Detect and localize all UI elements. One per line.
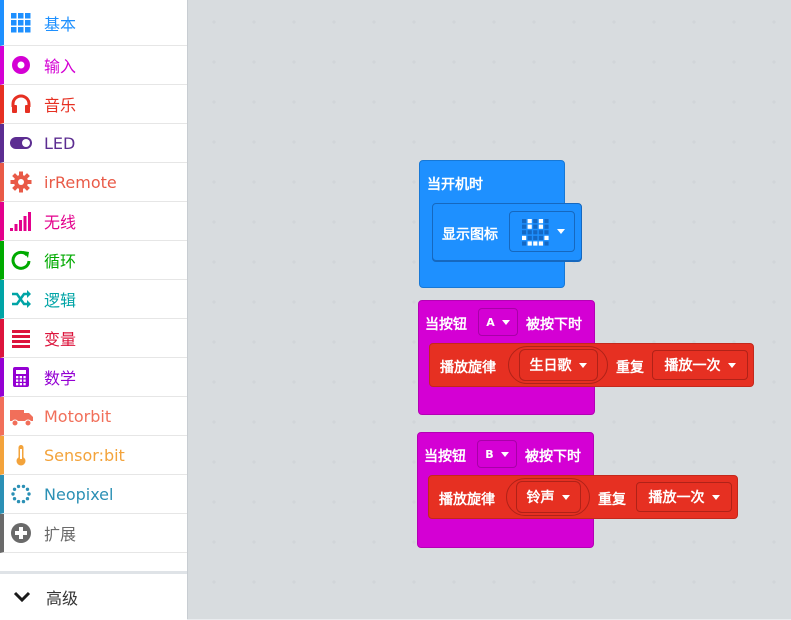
caret-down-icon xyxy=(711,494,720,500)
repeat-a-dropdown[interactable]: 播放一次 xyxy=(652,350,748,380)
category-数学[interactable]: 数学 xyxy=(0,358,187,397)
category-label: 输入 xyxy=(44,57,77,76)
category-label: 逻辑 xyxy=(44,291,77,310)
on-start-label: 当开机时 xyxy=(427,177,483,193)
caret-down-icon xyxy=(501,319,510,325)
category-list: 基本输入音乐 LED irRemote 无线循环逻辑变量数学 Motorbit Senso… xyxy=(0,0,187,553)
category-基本[interactable]: 基本 xyxy=(0,0,187,46)
repeat-a-value: 播放一次 xyxy=(664,358,721,374)
calculator-icon xyxy=(9,365,33,389)
grid-icon xyxy=(9,11,33,35)
category-label: 数学 xyxy=(44,369,77,388)
caret-down-icon xyxy=(727,362,736,368)
button-a-suffix: 被按下时 xyxy=(526,317,582,333)
category-label: 基本 xyxy=(44,14,77,34)
play-melody-b-label: 播放旋律 xyxy=(439,492,495,508)
category-循环[interactable]: 循环 xyxy=(0,241,187,280)
gear-icon xyxy=(9,170,33,194)
led-icon-preview xyxy=(521,218,549,246)
button-b-prefix: 当按钮 xyxy=(424,449,466,465)
button-b-dropdown[interactable]: B xyxy=(477,440,517,468)
button-a-prefix: 当按钮 xyxy=(425,317,467,333)
category-label: 循环 xyxy=(44,252,77,271)
category-irremote[interactable]: irRemote xyxy=(0,163,187,202)
repeat-b-dropdown[interactable]: 播放一次 xyxy=(636,482,732,512)
refresh-icon xyxy=(9,248,33,272)
category-sensor-bit[interactable]: Sensor:bit xyxy=(0,436,187,475)
category-扩展[interactable]: 扩展 xyxy=(0,514,187,553)
repeat-b-label: 重复 xyxy=(598,492,626,508)
icon-dropdown[interactable] xyxy=(509,211,575,252)
advanced-toggle[interactable]: 高级 xyxy=(0,571,187,620)
category-led[interactable]: LED xyxy=(0,124,187,163)
list-icon xyxy=(9,326,33,350)
button-a-value: A xyxy=(486,315,495,329)
category-label: 无线 xyxy=(44,213,77,232)
truck-icon xyxy=(9,404,33,428)
category-label: 扩展 xyxy=(44,525,77,544)
headphones-icon xyxy=(9,92,33,116)
category-逻辑[interactable]: 逻辑 xyxy=(0,280,187,319)
melody-b-value: 铃声 xyxy=(526,490,555,506)
category-neopixel[interactable]: Neopixel xyxy=(0,475,187,514)
caret-down-icon xyxy=(578,362,587,368)
repeat-a-label: 重复 xyxy=(616,360,644,376)
category-label: 音乐 xyxy=(44,96,77,115)
category-label: LED xyxy=(44,133,76,153)
category-无线[interactable]: 无线 xyxy=(0,202,187,241)
caret-down-icon xyxy=(556,229,565,234)
category-label: Neopixel xyxy=(44,484,114,504)
category-音乐[interactable]: 音乐 xyxy=(0,85,187,124)
melody-a-dropdown[interactable]: 生日歌 xyxy=(508,346,608,384)
caret-down-icon xyxy=(561,494,570,500)
button-b-suffix: 被按下时 xyxy=(525,449,581,465)
category-label: irRemote xyxy=(44,172,117,192)
workspace[interactable]: 当开机时 显示图标 当按钮 A 被按下时 播放旋律 生日歌 重复 播放一次 当按… xyxy=(188,0,791,619)
plus-circle-icon xyxy=(9,521,33,545)
record-icon xyxy=(9,53,33,77)
play-melody-a-label: 播放旋律 xyxy=(440,360,496,376)
category-label: Motorbit xyxy=(44,406,112,426)
toolbox: 基本输入音乐 LED irRemote 无线循环逻辑变量数学 Motorbit Senso… xyxy=(0,0,188,620)
category-变量[interactable]: 变量 xyxy=(0,319,187,358)
advanced-label: 高级 xyxy=(46,589,79,608)
caret-down-icon xyxy=(500,451,509,457)
category-输入[interactable]: 输入 xyxy=(0,46,187,85)
ring-icon xyxy=(9,482,33,506)
signal-icon xyxy=(9,209,33,233)
category-label: Sensor:bit xyxy=(44,445,125,465)
shuffle-icon xyxy=(9,287,33,311)
melody-a-value: 生日歌 xyxy=(529,358,572,374)
thermometer-icon xyxy=(9,443,33,467)
repeat-b-value: 播放一次 xyxy=(648,490,705,506)
chevron-down-icon xyxy=(12,590,32,604)
button-b-value: B xyxy=(485,447,494,461)
category-motorbit[interactable]: Motorbit xyxy=(0,397,187,436)
melody-b-dropdown[interactable]: 铃声 xyxy=(506,478,590,516)
toggle-icon xyxy=(9,131,33,155)
show-icon-label: 显示图标 xyxy=(442,227,498,243)
category-label: 变量 xyxy=(44,330,77,349)
button-a-dropdown[interactable]: A xyxy=(478,308,518,336)
